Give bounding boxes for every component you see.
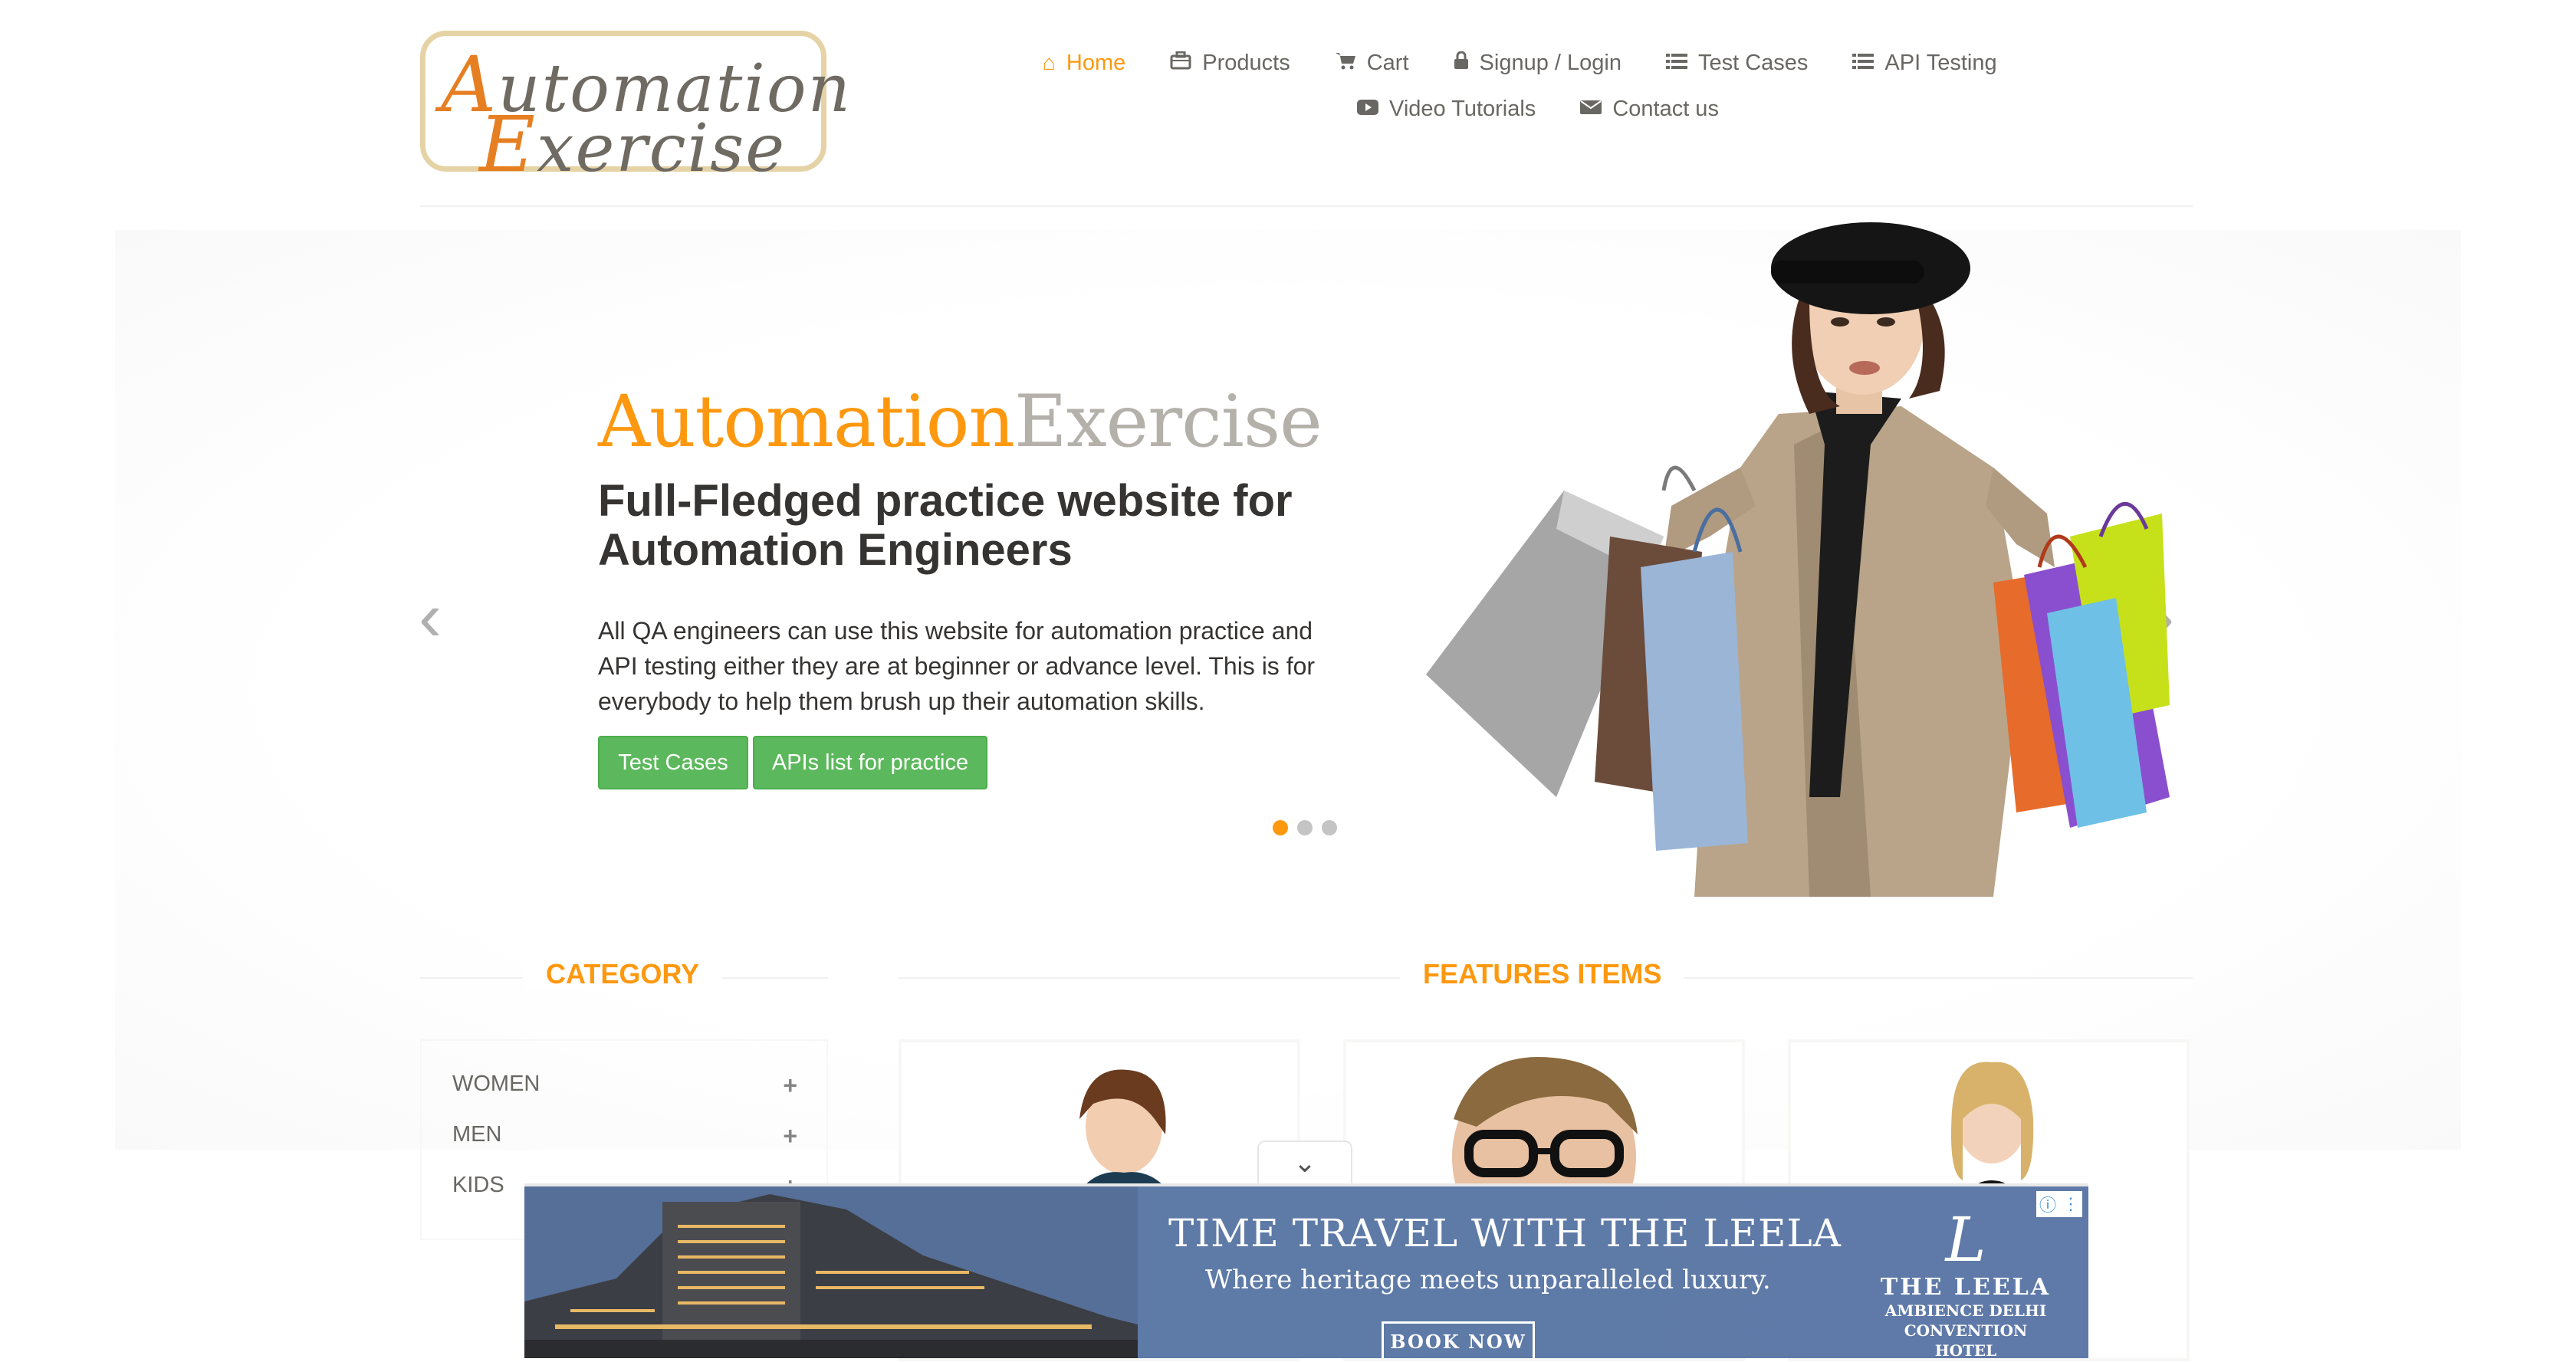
slider-headline: Full-Fledged practice website for Automa… [598, 476, 1293, 575]
envelope-icon [1580, 97, 1602, 121]
lock-icon [1454, 51, 1469, 75]
category-kids-label: KIDS [452, 1173, 504, 1197]
slider-indicators [1273, 820, 1346, 835]
slider-description: All QA engineers can use this website fo… [598, 617, 1316, 715]
features-title: FEATURES ITEMS [1400, 958, 1685, 990]
nav-video-label: Video Tutorials [1389, 96, 1536, 121]
nav-home-label: Home [1066, 50, 1126, 75]
ad-collapse-button[interactable]: ⌄ [1257, 1140, 1352, 1183]
nav-products-label: Products [1202, 50, 1290, 75]
ad-headline: TIME TRAVEL WITH THE LEELA [1168, 1211, 1842, 1255]
apis-list-button[interactable]: APIs list for practice [753, 736, 987, 789]
nav-cart[interactable]: Cart [1335, 51, 1409, 76]
main-nav: ⌂ Home Products Cart Signup / Login Test… [1043, 40, 2039, 132]
nav-row-1: ⌂ Home Products Cart Signup / Login Test… [1043, 40, 2039, 86]
nav-api-testing[interactable]: API Testing [1852, 50, 1997, 76]
plus-icon[interactable]: + [783, 1072, 797, 1100]
nav-contact-label: Contact us [1612, 96, 1719, 121]
nav-cart-label: Cart [1366, 50, 1409, 75]
nav-row-2: Video Tutorials Contact us [1043, 86, 2039, 132]
ad-brand-name: THE LEELA [1880, 1274, 2052, 1301]
nav-video-tutorials[interactable]: Video Tutorials [1357, 97, 1536, 122]
nav-signup-label: Signup / Login [1479, 50, 1622, 75]
home-icon: ⌂ [1043, 51, 1056, 74]
ad-brand-logo: L THE LEELA AMBIENCE DELHI CONVENTION HO… [1874, 1204, 2058, 1359]
nav-test-cases-label: Test Cases [1697, 50, 1809, 75]
plus-icon[interactable]: + [783, 1122, 797, 1150]
info-icon[interactable]: ⓘ [2039, 1192, 2056, 1216]
ad-close-icon[interactable]: ⋮ [2062, 1194, 2079, 1214]
nav-test-cases[interactable]: Test Cases [1665, 50, 1809, 76]
cart-icon [1335, 51, 1356, 75]
nav-signup-login[interactable]: Signup / Login [1454, 51, 1622, 76]
ad-book-now-button[interactable]: BOOK NOW [1382, 1321, 1535, 1358]
slider-dot-3[interactable] [1322, 820, 1337, 835]
ad-choices[interactable]: ⓘ ⋮ [2036, 1191, 2082, 1217]
ad-subline: Where heritage meets unparalleled luxury… [1205, 1265, 1771, 1295]
list-icon [1665, 51, 1687, 75]
slider-dot-2[interactable] [1297, 820, 1313, 835]
category-women[interactable]: WOMEN + [452, 1072, 797, 1100]
ad-hotel-image [524, 1186, 1138, 1358]
slider-brand-title: AutomationExercise [598, 380, 1322, 464]
nav-contact-us[interactable]: Contact us [1580, 97, 1719, 122]
ad-brand-location-2: CONVENTION HOTEL [1904, 1321, 2028, 1358]
slider-image-shopping-girl [1426, 222, 2170, 897]
advertisement-banner[interactable]: TIME TRAVEL WITH THE LEELA Where heritag… [524, 1183, 2088, 1358]
nav-products[interactable]: Products [1170, 51, 1290, 76]
list-icon [1852, 51, 1875, 75]
header-divider [420, 205, 2193, 207]
ad-brand-mark: L [1945, 1204, 1986, 1275]
chevron-down-icon: ⌄ [1293, 1147, 1317, 1178]
slider-dot-1[interactable] [1273, 820, 1288, 835]
category-men[interactable]: MEN + [452, 1122, 797, 1150]
category-women-label: WOMEN [452, 1072, 540, 1096]
site-logo[interactable]: Automation Exercise [420, 31, 850, 183]
nav-home[interactable]: ⌂ Home [1043, 51, 1125, 76]
ad-brand-location-1: AMBIENCE DELHI [1884, 1301, 2047, 1320]
category-men-label: MEN [452, 1122, 502, 1147]
slider-prev-arrow[interactable]: ‹ [419, 583, 442, 651]
nav-api-testing-label: API Testing [1884, 50, 1997, 75]
logo-line-2: Exercise [479, 100, 787, 189]
category-title: CATEGORY [523, 958, 723, 990]
briefcase-icon [1170, 51, 1191, 75]
test-cases-button[interactable]: Test Cases [598, 736, 748, 789]
youtube-icon [1357, 97, 1378, 121]
